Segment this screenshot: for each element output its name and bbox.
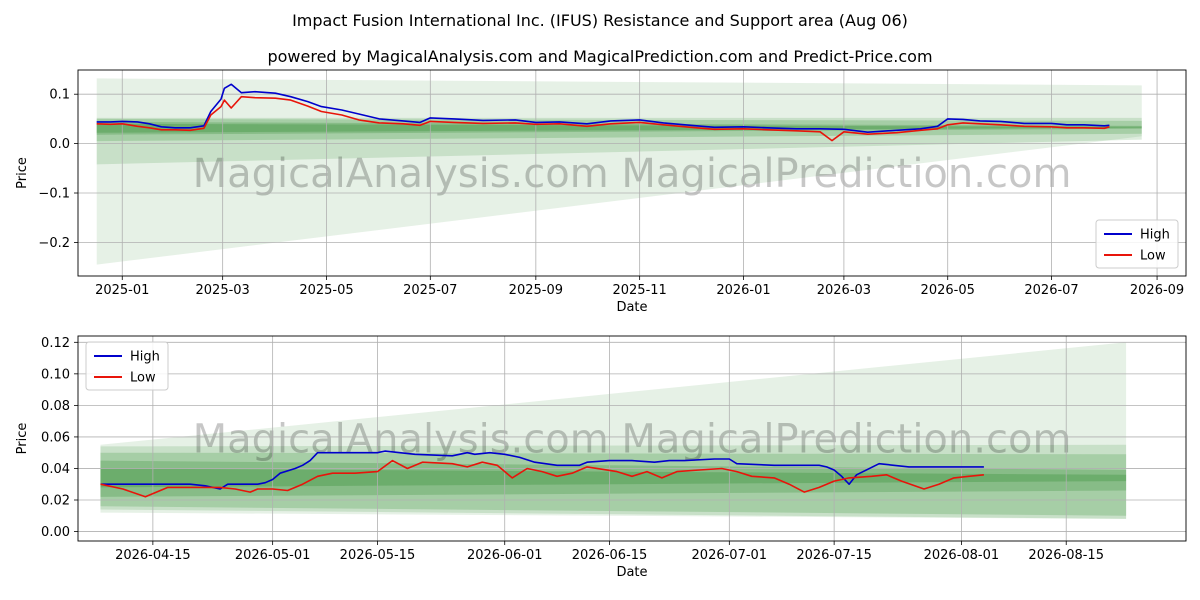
legend-label-low: Low bbox=[1140, 249, 1166, 264]
y-tick-label: 0.0 bbox=[49, 137, 70, 152]
y-tick-label: 0.04 bbox=[41, 462, 70, 477]
chart-subtitle: powered by MagicalAnalysis.com and Magic… bbox=[267, 47, 932, 66]
y-tick-label: 0.1 bbox=[49, 88, 70, 103]
x-tick-label: 2025-07 bbox=[403, 283, 457, 298]
watermark: MagicalAnalysis.com MagicalPrediction.co… bbox=[193, 417, 1072, 463]
legend: High Low bbox=[1095, 219, 1179, 269]
x-tick-label: 2026-05-01 bbox=[235, 548, 311, 563]
x-tick-label: 2026-05 bbox=[921, 283, 975, 298]
x-tick-label: 2026-06-15 bbox=[572, 548, 648, 563]
y-tick-label: −0.1 bbox=[38, 187, 70, 202]
top-panel: MagicalAnalysis.com MagicalPrediction.co… bbox=[15, 69, 1187, 315]
x-tick-label: 2026-08-01 bbox=[924, 548, 1000, 563]
figure: Impact Fusion International Inc. (IFUS) … bbox=[15, 11, 1187, 580]
legend-label-high: High bbox=[130, 350, 160, 365]
y-tick-label: −0.2 bbox=[38, 236, 70, 251]
x-tick-label: 2026-07-01 bbox=[692, 548, 768, 563]
y-axis-label: Price bbox=[15, 157, 30, 189]
x-tick-label: 2026-04-15 bbox=[115, 548, 191, 563]
y-tick-label: 0.10 bbox=[41, 367, 70, 382]
x-tick-label: 2026-08-15 bbox=[1028, 548, 1104, 563]
x-axis-label: Date bbox=[616, 565, 647, 580]
x-tick-label: 2025-03 bbox=[196, 283, 250, 298]
y-tick-label: 0.06 bbox=[41, 430, 70, 445]
x-tick-label: 2026-05-15 bbox=[340, 548, 416, 563]
legend-label-high: High bbox=[1140, 228, 1170, 243]
x-tick-label: 2026-07-15 bbox=[796, 548, 872, 563]
x-tick-label: 2025-05 bbox=[299, 283, 353, 298]
x-tick-label: 2025-09 bbox=[509, 283, 563, 298]
x-tick-label: 2026-03 bbox=[817, 283, 871, 298]
x-tick-label: 2026-06-01 bbox=[467, 548, 543, 563]
x-axis-label: Date bbox=[616, 300, 647, 315]
x-tick-label: 2025-11 bbox=[612, 283, 666, 298]
y-tick-label: 0.08 bbox=[41, 399, 70, 414]
legend: High Low bbox=[85, 341, 169, 391]
legend-label-low: Low bbox=[130, 371, 156, 386]
x-tick-label: 2026-09 bbox=[1130, 283, 1184, 298]
watermark: MagicalAnalysis.com MagicalPrediction.co… bbox=[193, 151, 1072, 197]
chart-title: Impact Fusion International Inc. (IFUS) … bbox=[292, 11, 908, 30]
x-tick-label: 2026-01 bbox=[716, 283, 770, 298]
y-tick-label: 0.00 bbox=[41, 525, 70, 540]
x-tick-label: 2026-07 bbox=[1024, 283, 1078, 298]
bottom-panel: MagicalAnalysis.com MagicalPrediction.co… bbox=[15, 335, 1187, 580]
y-tick-label: 0.12 bbox=[41, 336, 70, 351]
y-axis-label: Price bbox=[15, 423, 30, 455]
y-tick-label: 0.02 bbox=[41, 494, 70, 509]
x-tick-label: 2025-01 bbox=[95, 283, 149, 298]
